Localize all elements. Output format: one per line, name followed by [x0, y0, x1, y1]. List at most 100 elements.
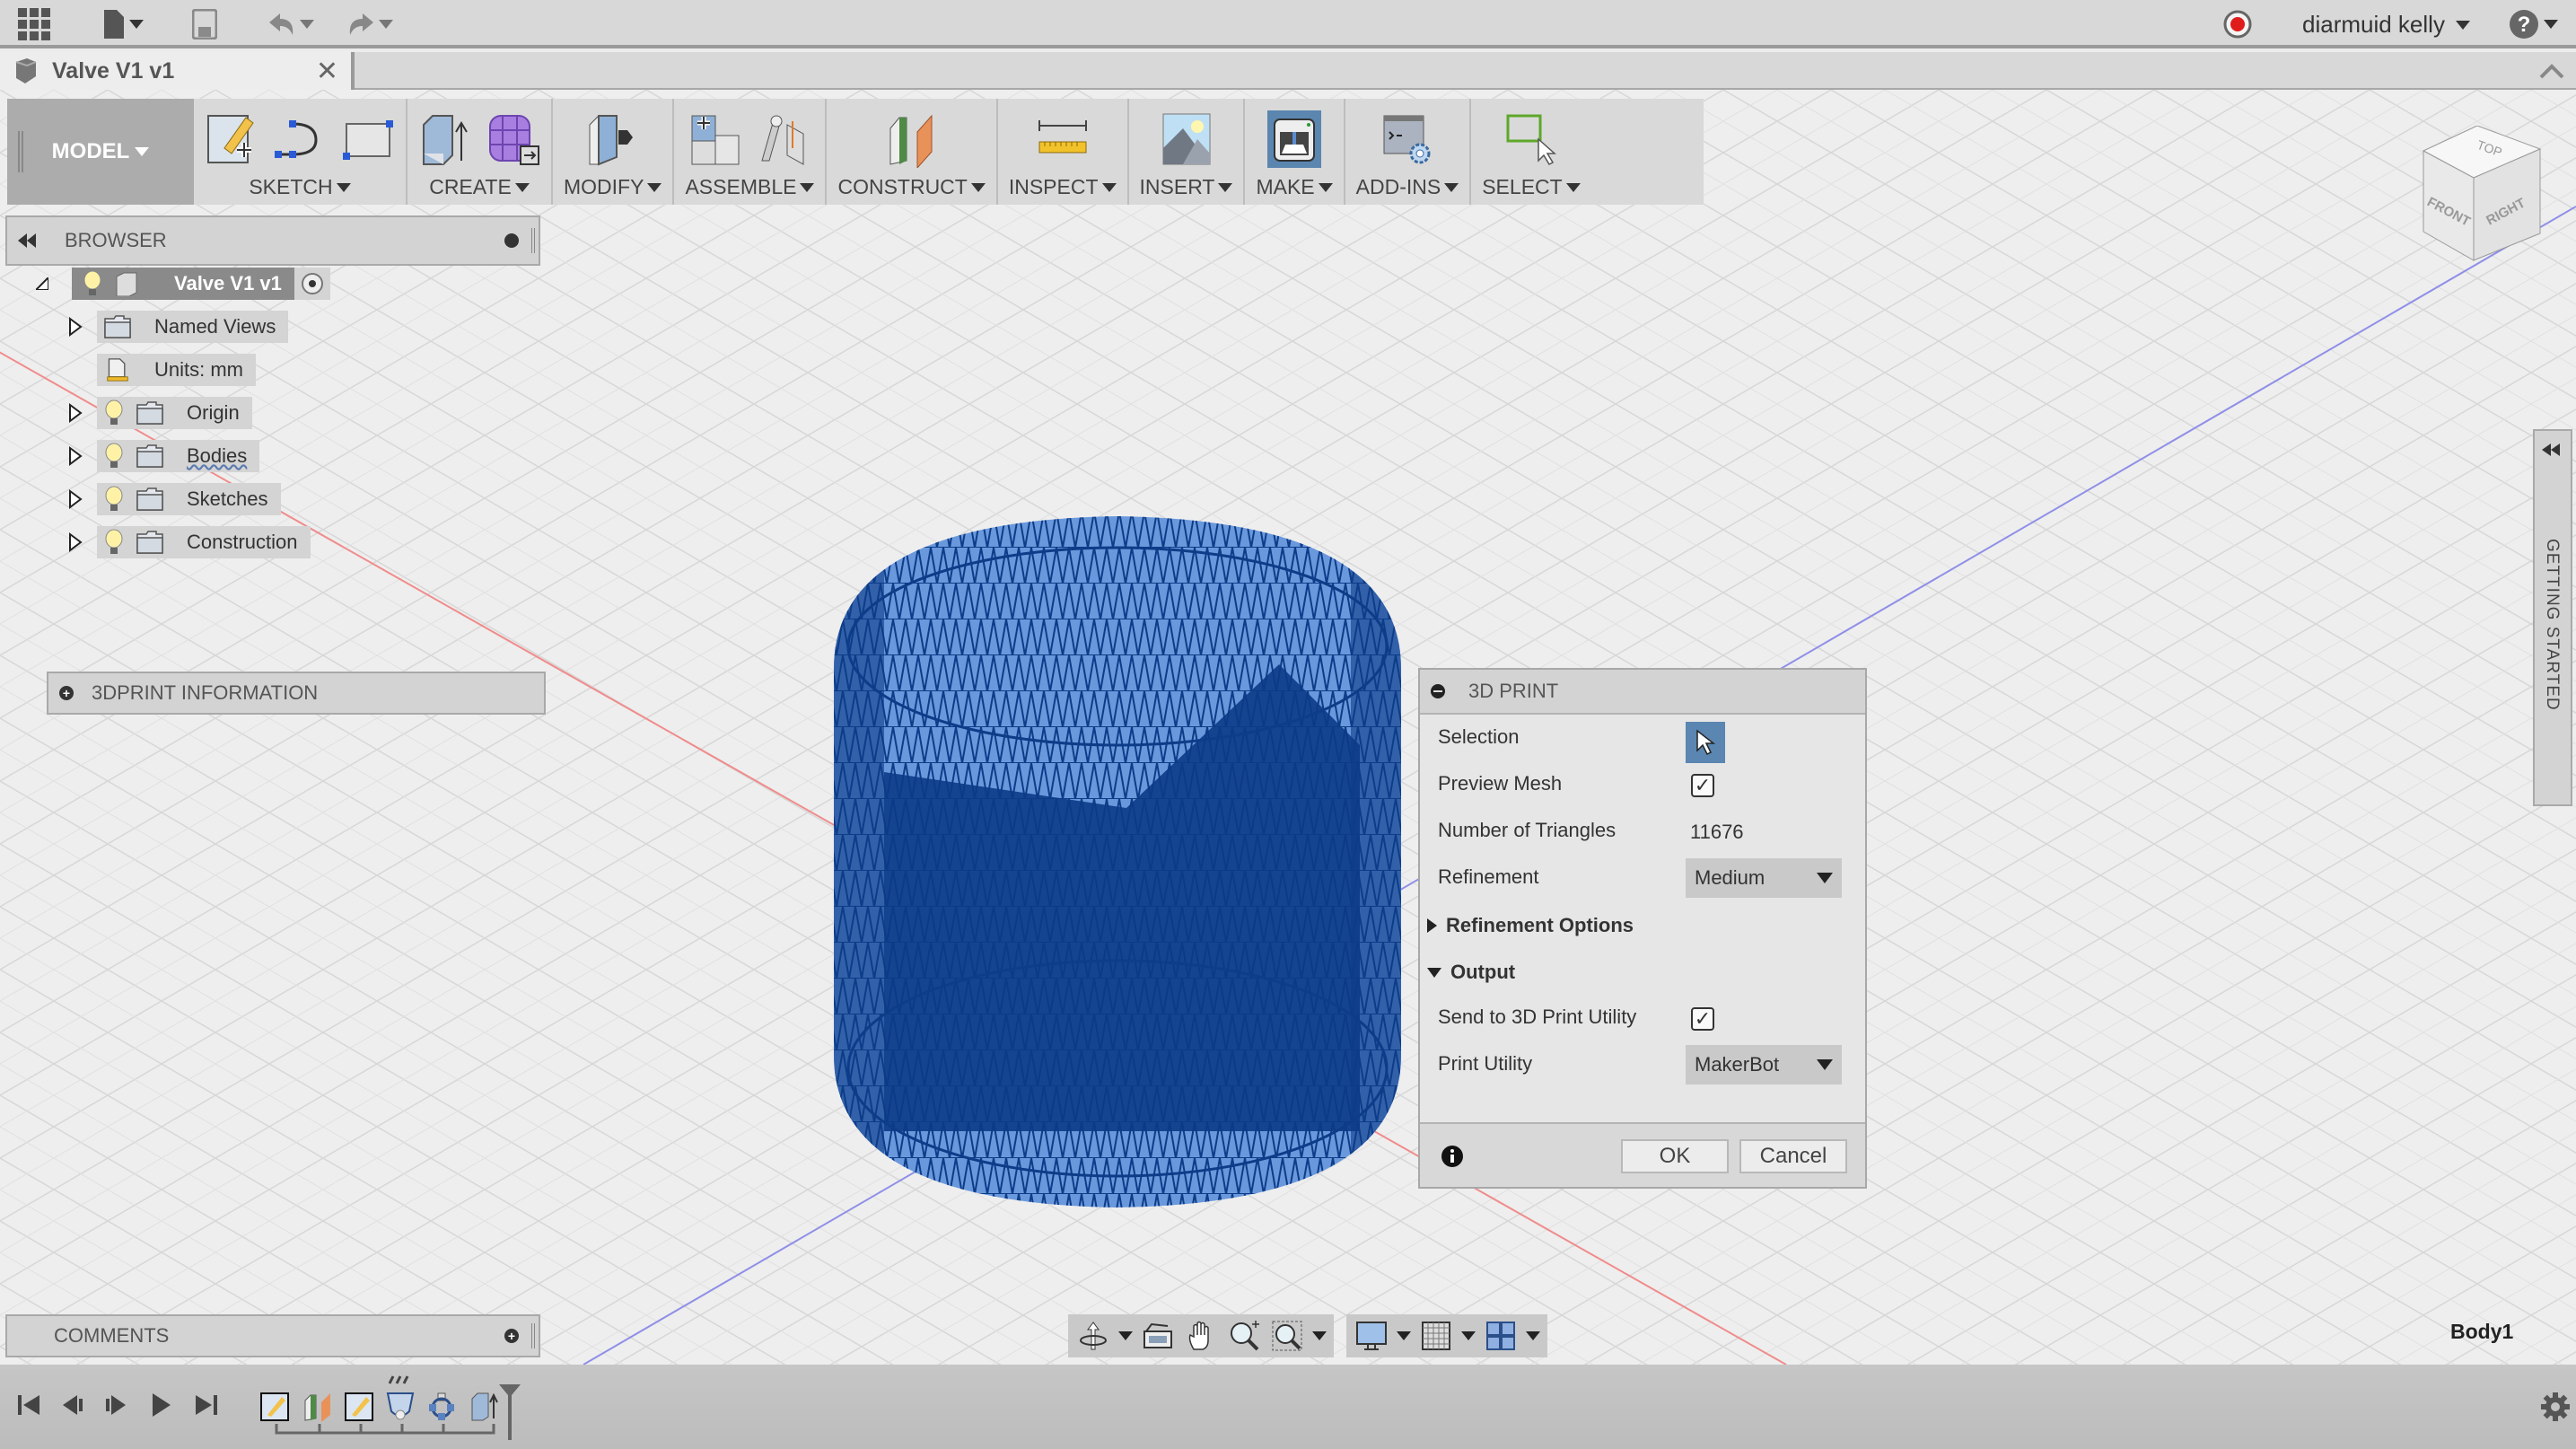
- collapse-dialog-icon[interactable]: [1431, 684, 1445, 698]
- browser-panel-header[interactable]: BROWSER: [5, 215, 540, 266]
- getting-started-panel[interactable]: GETTING STARTED: [2533, 429, 2572, 806]
- collapse-chevron-icon[interactable]: [2538, 57, 2565, 84]
- 3dprint-information-panel[interactable]: + 3DPRINT INFORMATION: [47, 672, 546, 715]
- grid-settings-icon[interactable]: [1418, 1318, 1454, 1354]
- preview-mesh-checkbox[interactable]: ✓: [1691, 774, 1714, 797]
- tree-item-named-views[interactable]: Named Views: [68, 311, 289, 343]
- expand-panel-icon[interactable]: [2542, 443, 2563, 456]
- document-tab[interactable]: Valve V1 v1 ✕: [0, 52, 355, 90]
- tree-item-units-mm[interactable]: Units: mm: [68, 354, 256, 386]
- 3d-viewport[interactable]: [0, 90, 2576, 1365]
- new-component-icon[interactable]: [688, 110, 742, 168]
- timeline-settings-gear-icon[interactable]: [2540, 1392, 2571, 1422]
- record-icon[interactable]: [2222, 9, 2253, 40]
- grid-settings-dropdown[interactable]: [1461, 1331, 1476, 1340]
- zoom-icon[interactable]: [1226, 1318, 1262, 1354]
- rectangle-icon[interactable]: [341, 110, 395, 168]
- previous-step-icon[interactable]: [59, 1392, 86, 1418]
- loft-feature-icon[interactable]: [386, 1392, 415, 1422]
- close-tab-icon[interactable]: ✕: [316, 56, 338, 87]
- extrude-icon[interactable]: [418, 110, 472, 168]
- expand-panel-icon[interactable]: +: [59, 686, 74, 700]
- expand-triangle-icon[interactable]: [68, 532, 83, 552]
- tree-item-sketches[interactable]: Sketches: [68, 483, 281, 515]
- collapse-triangle-icon[interactable]: [36, 277, 48, 290]
- create-sketch-icon[interactable]: [205, 110, 258, 168]
- save-icon[interactable]: [188, 9, 221, 40]
- extrude-feature-icon[interactable]: [470, 1392, 499, 1422]
- help-menu-button[interactable]: ?: [2506, 9, 2562, 40]
- drag-handle[interactable]: [18, 131, 23, 172]
- output-section[interactable]: Output: [1427, 961, 1515, 984]
- user-account-menu[interactable]: diarmuid kelly: [2302, 11, 2470, 39]
- display-settings-dropdown[interactable]: [1397, 1331, 1411, 1340]
- selection-button[interactable]: [1686, 722, 1725, 763]
- panel-resize-handle[interactable]: [531, 228, 535, 253]
- first-step-icon[interactable]: [16, 1392, 43, 1418]
- visibility-bulb-icon[interactable]: [104, 529, 124, 556]
- select-icon[interactable]: [1504, 110, 1558, 168]
- play-icon[interactable]: [147, 1392, 174, 1418]
- offset-plane-icon[interactable]: [885, 110, 939, 168]
- expand-comments-icon[interactable]: +: [504, 1329, 519, 1343]
- redo-button[interactable]: [339, 9, 402, 40]
- dialog-header[interactable]: 3D PRINT: [1420, 670, 1865, 715]
- make-menu[interactable]: MAKE: [1256, 175, 1333, 199]
- fit-icon[interactable]: [1269, 1318, 1305, 1354]
- viewports-dropdown[interactable]: [1526, 1331, 1540, 1340]
- expand-triangle-icon[interactable]: [68, 403, 83, 423]
- inspect-menu[interactable]: INSPECT: [1009, 175, 1117, 199]
- tree-root-valve[interactable]: Valve V1 v1: [36, 268, 330, 300]
- add-ins-menu[interactable]: ADD-INS: [1356, 175, 1459, 199]
- viewcube[interactable]: TOP FRONT RIGHT: [2414, 126, 2558, 269]
- 3d-print-icon[interactable]: [1267, 110, 1322, 168]
- create-form-icon[interactable]: [486, 110, 540, 168]
- timeline-marker-handle[interactable]: [499, 1384, 521, 1440]
- assemble-menu[interactable]: ASSEMBLE: [685, 175, 815, 199]
- select-menu[interactable]: SELECT: [1482, 175, 1581, 199]
- expand-triangle-icon[interactable]: [68, 489, 83, 509]
- measure-icon[interactable]: [1036, 110, 1090, 168]
- zoom-dropdown[interactable]: [1312, 1331, 1327, 1340]
- app-grid-icon[interactable]: [16, 8, 52, 40]
- collapse-panel-icon[interactable]: [18, 233, 39, 248]
- press-pull-icon[interactable]: [586, 110, 640, 168]
- next-step-icon[interactable]: [102, 1392, 129, 1418]
- insert-menu[interactable]: INSERT: [1140, 175, 1233, 199]
- cancel-button[interactable]: Cancel: [1739, 1139, 1847, 1173]
- create-menu[interactable]: CREATE: [429, 175, 530, 199]
- modify-menu[interactable]: MODIFY: [564, 175, 662, 199]
- tree-item-construction[interactable]: Construction: [68, 526, 311, 558]
- sketch-feature-icon[interactable]: [345, 1392, 373, 1422]
- orbit-dropdown[interactable]: [1118, 1331, 1133, 1340]
- plane-feature-icon[interactable]: [303, 1392, 332, 1422]
- expand-triangle-icon[interactable]: [68, 446, 83, 466]
- workspace-switcher[interactable]: MODEL: [7, 99, 194, 205]
- undo-button[interactable]: [260, 9, 323, 40]
- joint-icon[interactable]: [757, 110, 810, 168]
- panel-resize-handle[interactable]: [531, 1323, 535, 1348]
- print-utility-dropdown[interactable]: MakerBot: [1686, 1045, 1842, 1085]
- comments-panel[interactable]: COMMENTS +: [5, 1314, 540, 1357]
- sketch-feature-icon[interactable]: [260, 1392, 289, 1422]
- refinement-options-section[interactable]: Refinement Options: [1427, 914, 1634, 937]
- look-at-icon[interactable]: [1140, 1318, 1176, 1354]
- valve-mesh-preview[interactable]: [830, 512, 1405, 1212]
- visibility-bulb-icon[interactable]: [104, 443, 124, 470]
- refinement-dropdown[interactable]: Medium: [1686, 858, 1842, 898]
- visibility-bulb-icon[interactable]: [83, 270, 102, 297]
- display-settings-icon[interactable]: [1354, 1318, 1389, 1354]
- scripts-addins-icon[interactable]: [1380, 110, 1434, 168]
- viewports-icon[interactable]: [1483, 1318, 1519, 1354]
- construct-menu[interactable]: CONSTRUCT: [837, 175, 986, 199]
- last-step-icon[interactable]: [192, 1392, 219, 1418]
- sketch-menu[interactable]: SKETCH: [249, 175, 351, 199]
- arc-icon[interactable]: [273, 110, 327, 168]
- info-icon[interactable]: [1441, 1146, 1463, 1167]
- file-menu-button[interactable]: [97, 9, 151, 40]
- ok-button[interactable]: OK: [1621, 1139, 1729, 1173]
- orbit-icon[interactable]: [1075, 1318, 1111, 1354]
- pattern-feature-icon[interactable]: [427, 1392, 456, 1422]
- visibility-bulb-icon[interactable]: [104, 486, 124, 513]
- tree-item-bodies[interactable]: Bodies: [68, 440, 260, 472]
